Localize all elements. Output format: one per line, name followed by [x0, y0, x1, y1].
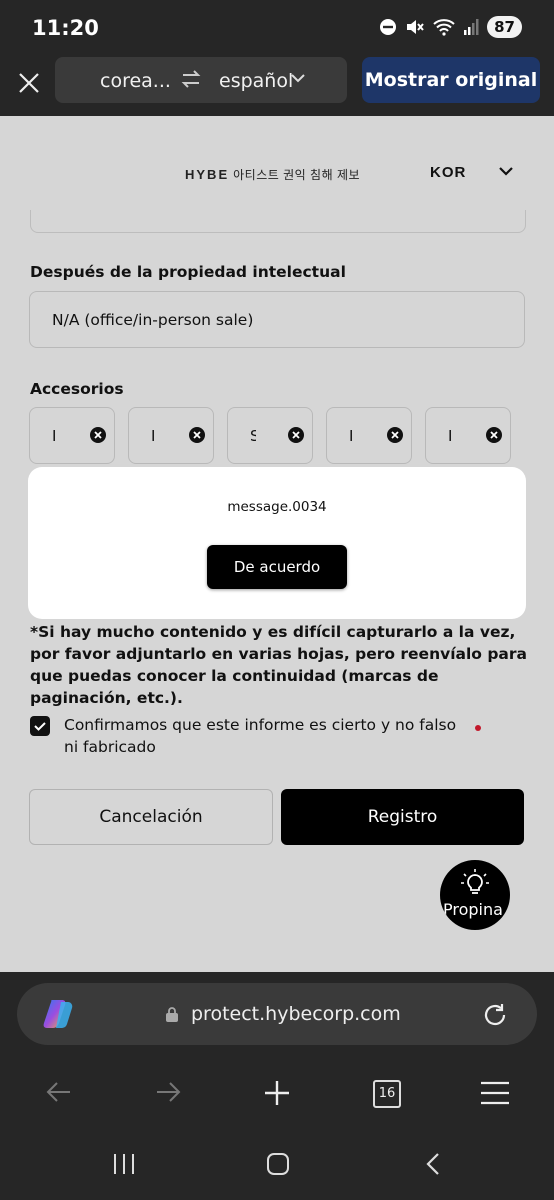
- back-arrow-icon[interactable]: [46, 1081, 72, 1103]
- home-icon[interactable]: [266, 1152, 290, 1176]
- forward-arrow-icon[interactable]: [155, 1081, 181, 1103]
- ok-button[interactable]: De acuerdo: [207, 545, 347, 589]
- tab-switcher[interactable]: 16: [373, 1080, 401, 1108]
- tip-label: Propina: [443, 900, 503, 919]
- recent-apps-icon[interactable]: [112, 1153, 136, 1175]
- browser-bottom-bar: protect.hybecorp.com 16: [0, 972, 554, 1200]
- signal-icon: [464, 19, 479, 35]
- chevron-down-icon[interactable]: [498, 164, 514, 178]
- status-time: 11:20: [32, 16, 99, 40]
- chevron-down-icon: [291, 74, 305, 83]
- wifi-icon: [433, 19, 455, 36]
- dnd-icon: [380, 19, 397, 35]
- lock-icon: [166, 1007, 178, 1022]
- language-menu[interactable]: KOR: [430, 164, 466, 181]
- translate-bar: corea... español Mostrar original: [0, 56, 554, 116]
- confirm-text[interactable]: Confirmamos que este informe es cierto y…: [64, 714, 464, 758]
- accessory-item[interactable]: I: [326, 407, 412, 464]
- page-content: HYBE 아티스트 권익 침해 제보 KOR Después de la prop…: [0, 116, 554, 972]
- address-bar[interactable]: protect.hybecorp.com: [17, 983, 537, 1045]
- new-tab-icon[interactable]: [263, 1079, 291, 1107]
- accessories-label: Accesorios: [30, 380, 124, 398]
- accessory-item[interactable]: I: [29, 407, 115, 464]
- close-icon[interactable]: [16, 70, 42, 96]
- copilot-icon[interactable]: [41, 998, 75, 1030]
- mute-icon: [407, 20, 424, 34]
- attachment-note: *Si hay mucho contenido y es difícil cap…: [30, 623, 527, 707]
- alert-dialog: message.0034 De acuerdo: [28, 467, 526, 619]
- ip-input[interactable]: N/A (office/in-person sale): [29, 291, 525, 348]
- url-text[interactable]: protect.hybecorp.com: [191, 1003, 401, 1025]
- dialog-message: message.0034: [227, 499, 327, 515]
- battery-indicator: 87: [487, 16, 522, 38]
- confirm-checkbox[interactable]: [30, 716, 50, 736]
- target-language[interactable]: español: [219, 70, 293, 92]
- check-icon: [34, 722, 46, 731]
- ip-label: Después de la propiedad intelectual: [30, 263, 346, 281]
- register-button[interactable]: Registro: [281, 789, 524, 845]
- accessory-item[interactable]: S: [227, 407, 313, 464]
- swap-icon[interactable]: [180, 68, 202, 90]
- menu-icon[interactable]: [480, 1081, 510, 1105]
- remove-icon[interactable]: [387, 427, 403, 443]
- remove-icon[interactable]: [189, 427, 205, 443]
- lightbulb-icon: [461, 869, 489, 894]
- remove-icon[interactable]: [288, 427, 304, 443]
- nav-back-icon[interactable]: [424, 1152, 442, 1176]
- accessory-item[interactable]: I: [425, 407, 511, 464]
- source-language[interactable]: corea...: [100, 70, 171, 92]
- previous-field[interactable]: [30, 210, 526, 233]
- accessory-item[interactable]: I: [128, 407, 214, 464]
- tip-button[interactable]: Propina: [440, 860, 510, 930]
- language-selector[interactable]: corea... español: [55, 57, 347, 103]
- remove-icon[interactable]: [486, 427, 502, 443]
- show-original-button[interactable]: Mostrar original: [362, 57, 540, 103]
- cancel-button[interactable]: Cancelación: [29, 789, 273, 845]
- status-icons: 87: [379, 16, 522, 38]
- status-bar: 11:20 87: [0, 0, 554, 56]
- remove-icon[interactable]: [90, 427, 106, 443]
- reload-icon[interactable]: [481, 1001, 509, 1029]
- site-logo[interactable]: HYBE 아티스트 권익 침해 제보: [185, 166, 360, 183]
- required-indicator: [475, 725, 481, 731]
